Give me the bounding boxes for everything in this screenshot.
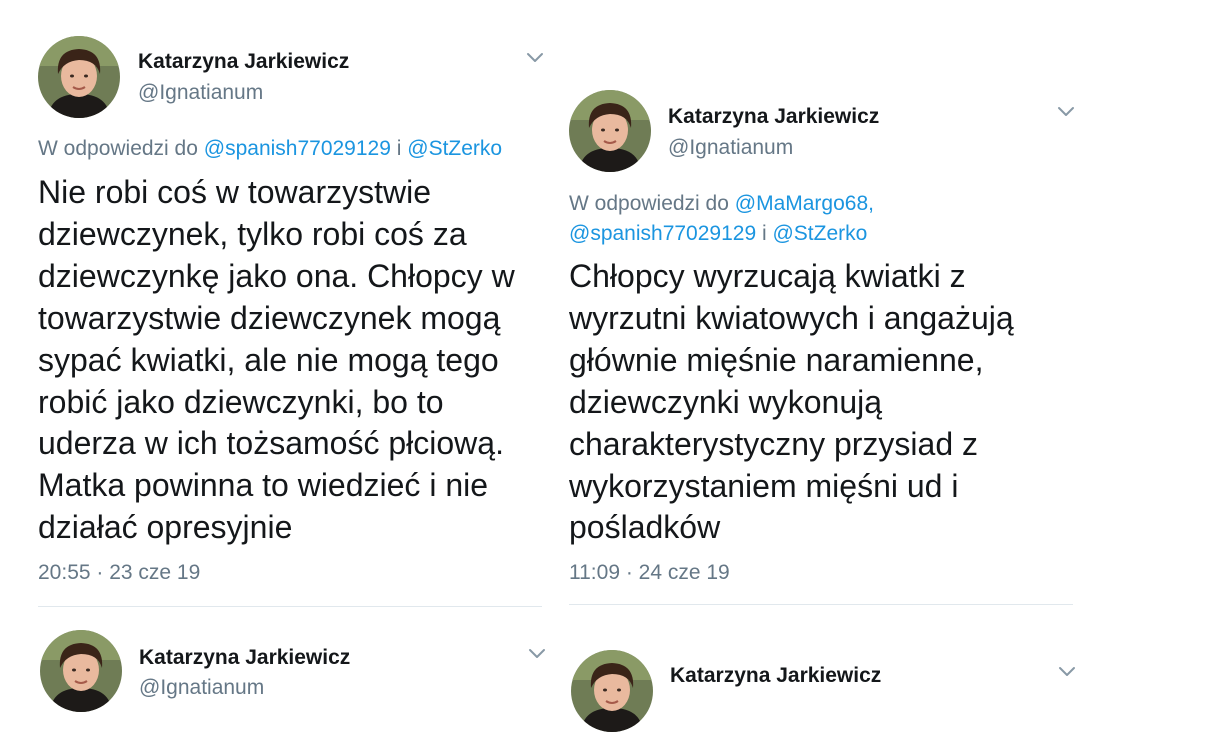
tweet-text: Nie robi coś w towarzystwie dziewczynek,…	[38, 174, 515, 546]
avatar[interactable]	[38, 36, 120, 118]
author-name[interactable]: Katarzyna Jarkiewicz	[139, 646, 350, 670]
chevron-down-icon[interactable]	[1058, 666, 1076, 678]
mention-link[interactable]: @StZerko	[772, 222, 867, 245]
mention-link[interactable]: @StZerko	[407, 137, 502, 160]
tweet-timestamp[interactable]: 20:55 · 23 cze 19	[38, 561, 200, 585]
author-handle[interactable]: @Ignatianum	[139, 676, 264, 700]
tweet-timestamp[interactable]: 11:09 · 24 cze 19	[569, 561, 730, 585]
reply-context: W odpowiedzi do @MaMargo68, @spanish77029…	[569, 189, 874, 249]
mention-link[interactable]: @spanish77029129	[569, 222, 756, 245]
author-name[interactable]: Katarzyna Jarkiewicz	[138, 50, 349, 74]
avatar[interactable]	[571, 650, 653, 732]
reply-conj: i	[390, 137, 408, 160]
reply-context: W odpowiedzi do @spanish77029129 i @StZe…	[38, 134, 502, 164]
reply-conj: i	[756, 222, 773, 245]
chevron-down-icon[interactable]	[526, 52, 544, 64]
divider	[569, 604, 1073, 605]
avatar[interactable]	[40, 630, 122, 712]
mention-link[interactable]: @spanish77029129	[204, 137, 391, 160]
chevron-down-icon[interactable]	[528, 648, 546, 660]
mention-link[interactable]: @MaMargo68,	[735, 192, 874, 215]
author-name[interactable]: Katarzyna Jarkiewicz	[668, 105, 879, 129]
author-name[interactable]: Katarzyna Jarkiewicz	[670, 664, 881, 688]
tweet-text: Chłopcy wyrzucają kwiatki z wyrzutni kwi…	[569, 258, 1014, 546]
reply-prefix: W odpowiedzi do	[38, 137, 204, 160]
chevron-down-icon[interactable]	[1057, 106, 1075, 118]
avatar[interactable]	[569, 90, 651, 172]
reply-prefix: W odpowiedzi do	[569, 192, 735, 215]
author-handle[interactable]: @Ignatianum	[668, 136, 793, 160]
divider	[38, 606, 542, 607]
author-handle[interactable]: @Ignatianum	[138, 81, 263, 105]
